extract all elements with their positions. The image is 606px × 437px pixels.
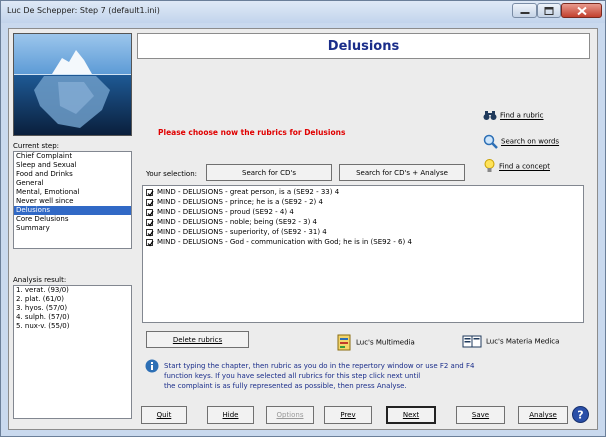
left-column: Current step: Chief Complaint Sleep and …: [13, 33, 132, 423]
rubric-row[interactable]: MIND - DELUSIONS - proud (SE92 - 4) 4: [146, 207, 294, 217]
multimedia-icon: [337, 334, 351, 351]
maximize-icon: [544, 6, 554, 15]
step-item-selected[interactable]: Delusions: [14, 206, 131, 215]
step-item[interactable]: Chief Complaint: [14, 152, 131, 161]
search-cds-button[interactable]: Search for CD's: [206, 164, 332, 181]
checkbox-checked[interactable]: [146, 228, 154, 236]
right-column: Delusions Please choose now the rubrics …: [137, 33, 592, 424]
page-title: Delusions: [327, 39, 400, 54]
magnifier-icon: [483, 134, 498, 149]
analysis-result-list[interactable]: 1. verat. (93/0) 2. plat. (61/0) 3. hyos…: [13, 285, 132, 419]
rubric-row[interactable]: MIND - DELUSIONS - noble; being (SE92 - …: [146, 217, 317, 227]
multimedia-link[interactable]: Luc's Multimedia: [337, 334, 415, 351]
rubric-row[interactable]: MIND - DELUSIONS - superiority, of (SE92…: [146, 227, 327, 237]
quit-label: Quit: [156, 411, 172, 419]
instruction-prompt: Please choose now the rubrics for Delusi…: [158, 128, 346, 137]
window-title: Luc De Schepper: Step 7 (default1.ini): [7, 6, 160, 15]
hide-button[interactable]: Hide: [207, 406, 254, 424]
checkbox-checked[interactable]: [146, 208, 154, 216]
find-rubric-link[interactable]: Find a rubric: [483, 110, 544, 121]
rubric-row[interactable]: MIND - DELUSIONS - great person, is a (S…: [146, 187, 339, 197]
rubric-text: MIND - DELUSIONS - proud (SE92 - 4) 4: [157, 208, 294, 216]
rubric-list[interactable]: MIND - DELUSIONS - great person, is a (S…: [142, 185, 584, 323]
step-item[interactable]: Never well since: [14, 197, 131, 206]
materia-medica-label: Luc's Materia Medica: [486, 337, 560, 346]
analyse-button[interactable]: Analyse: [518, 406, 568, 424]
checkbox-checked[interactable]: [146, 218, 154, 226]
rubric-text: MIND - DELUSIONS - God - communication w…: [157, 238, 412, 246]
rubric-row[interactable]: MIND - DELUSIONS - prince; he is a (SE92…: [146, 197, 323, 207]
analysis-item[interactable]: 2. plat. (61/0): [14, 295, 131, 304]
help-line: function keys. If you have selected all …: [164, 372, 421, 380]
options-label: Options: [276, 411, 304, 419]
step-list[interactable]: Chief Complaint Sleep and Sexual Food an…: [13, 151, 132, 249]
checkbox-checked[interactable]: [146, 188, 154, 196]
step-item[interactable]: Core Delusions: [14, 215, 131, 224]
analysis-item[interactable]: 1. verat. (93/0): [14, 286, 131, 295]
find-concept-link[interactable]: Find a concept: [484, 159, 550, 174]
prev-label: Prev: [340, 411, 356, 419]
search-cds-analyse-button[interactable]: Search for CD's + Analyse: [339, 164, 465, 181]
rubric-text: MIND - DELUSIONS - noble; being (SE92 - …: [157, 218, 318, 226]
analysis-item[interactable]: 5. nux-v. (55/0): [14, 322, 131, 331]
help-line: the complaint is as fully represented as…: [164, 382, 407, 390]
iceberg-image: [13, 33, 132, 136]
save-button[interactable]: Save: [456, 406, 505, 424]
find-concept-label: Find a concept: [499, 162, 550, 171]
save-label: Save: [471, 411, 490, 419]
checkbox-checked[interactable]: [146, 198, 154, 206]
lightbulb-icon: [484, 159, 495, 172]
step-header: Delusions: [137, 33, 590, 59]
rubric-text: MIND - DELUSIONS - great person, is a (S…: [157, 188, 340, 196]
analysis-item[interactable]: 3. hyos. (57/0): [14, 304, 131, 313]
quit-button[interactable]: Quit: [141, 406, 187, 424]
analysis-item[interactable]: 4. sulph. (57/0): [14, 313, 131, 322]
book-icon: [462, 335, 482, 348]
help-text: Start typing the chapter, then rubric as…: [164, 361, 475, 391]
delete-rubrics-button[interactable]: Delete rubrics: [146, 331, 249, 348]
binoculars-icon: [483, 111, 497, 120]
close-icon: [576, 6, 587, 15]
minimize-button[interactable]: [512, 3, 537, 18]
maximize-button[interactable]: [537, 3, 561, 18]
close-button[interactable]: [561, 3, 602, 18]
options-button[interactable]: Options: [266, 406, 314, 424]
title-bar[interactable]: Luc De Schepper: Step 7 (default1.ini): [1, 1, 605, 23]
rubric-text: MIND - DELUSIONS - prince; he is a (SE92…: [157, 198, 323, 206]
help-icon[interactable]: ?: [572, 406, 589, 423]
svg-text:?: ?: [577, 409, 583, 422]
info-icon: [145, 359, 159, 373]
analysis-result-label: Analysis result:: [13, 276, 67, 284]
search-words-label: Search on words: [501, 137, 560, 146]
rubric-text: MIND - DELUSIONS - superiority, of (SE92…: [157, 228, 327, 236]
materia-medica-link[interactable]: Luc's Materia Medica: [462, 335, 559, 348]
main-panel: Current step: Chief Complaint Sleep and …: [8, 28, 598, 430]
current-step-label: Current step:: [13, 142, 60, 150]
search-words-link[interactable]: Search on words: [483, 134, 559, 149]
step-item[interactable]: Food and Drinks: [14, 170, 131, 179]
step-item[interactable]: General: [14, 179, 131, 188]
find-rubric-label: Find a rubric: [500, 111, 544, 120]
rubric-row[interactable]: MIND - DELUSIONS - God - communication w…: [146, 237, 412, 247]
step-item[interactable]: Mental, Emotional: [14, 188, 131, 197]
delete-rubrics-label: Delete rubrics: [172, 336, 223, 344]
your-selection-label: Your selection:: [146, 170, 197, 178]
app-window: Luc De Schepper: Step 7 (default1.ini) C…: [0, 0, 606, 437]
minimize-icon: [520, 11, 529, 14]
step-item[interactable]: Summary: [14, 224, 131, 233]
next-button[interactable]: Next: [386, 406, 436, 424]
multimedia-label: Luc's Multimedia: [356, 338, 415, 347]
next-label: Next: [402, 411, 420, 419]
step-item[interactable]: Sleep and Sexual: [14, 161, 131, 170]
analyse-label: Analyse: [529, 411, 557, 419]
checkbox-checked[interactable]: [146, 238, 154, 246]
prev-button[interactable]: Prev: [324, 406, 372, 424]
help-line: Start typing the chapter, then rubric as…: [164, 362, 475, 370]
hide-label: Hide: [222, 411, 239, 419]
